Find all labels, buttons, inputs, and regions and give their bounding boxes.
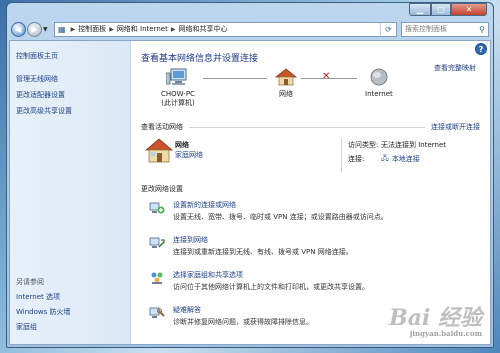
homegroup-options-link[interactable]: 选择家庭组和共享选项: [173, 270, 243, 280]
help-icon[interactable]: ?: [475, 43, 487, 55]
network-node[interactable]: 网络: [274, 68, 298, 99]
home-network-icon: [145, 138, 173, 163]
sidebar-home-link[interactable]: 控制面板主页: [16, 51, 130, 61]
ethernet-icon: 🖧: [381, 154, 389, 162]
divider: [189, 126, 425, 128]
see-also-internet-options[interactable]: Internet 选项: [16, 292, 70, 302]
connect-disconnect-link[interactable]: 连接或断开连接: [431, 122, 480, 132]
troubleshoot-link[interactable]: 疑难解答: [173, 305, 201, 315]
local-connection-link[interactable]: 本地连接: [392, 154, 420, 165]
active-networks-title: 查看活动网络: [141, 123, 183, 131]
computer-node: CHOW-PC (此计算机): [161, 68, 195, 108]
disconnected-x-icon: ✕: [322, 71, 331, 82]
divider: [341, 138, 342, 172]
computer-sub: (此计算机): [161, 98, 195, 107]
see-also-links: Internet 选项 Windows 防火墙 家庭组: [16, 292, 70, 337]
change-settings-title: 更改网络设置: [141, 185, 183, 193]
chevron-right-icon: ▶: [70, 25, 76, 33]
search-placeholder: 搜索控制面板: [405, 25, 447, 33]
globe-icon: [370, 68, 388, 86]
maximize-button[interactable]: □: [431, 3, 451, 16]
network-sharing-center-window: ▁ □ ✕ ◀ ▶ ▼ ▦ ▶ 控制面板 ▶ 网络和 Internet ▶ 网络…: [6, 2, 494, 348]
homegroup-options-desc: 访问位于其他网络计算机上的文件和打印机，或更改共享设置。: [173, 283, 369, 291]
sidebar: 控制面板主页 管理无线网络 更改适配器设置 更改高级共享设置 另请参阅 Inte…: [10, 41, 131, 344]
breadcrumb-network-sharing-center[interactable]: 网络和共享中心: [178, 24, 227, 34]
network-house-icon: [274, 68, 298, 86]
breadcrumb-network-internet[interactable]: 网络和 Internet: [117, 24, 168, 34]
connect-network-link[interactable]: 连接到网络: [173, 235, 208, 245]
network-type-link[interactable]: 家庭网络: [175, 150, 203, 160]
back-button[interactable]: ◀: [11, 21, 26, 37]
search-input[interactable]: 搜索控制面板 ⚲: [401, 21, 489, 37]
active-network-panel: 网络 家庭网络 访问类型: 无法连接到 Internet 连接: 🖧 本地连接: [141, 138, 480, 182]
content-area: 控制面板主页 管理无线网络 更改适配器设置 更改高级共享设置 另请参阅 Inte…: [9, 40, 491, 345]
baidu-watermark: Bai 经验 jingyan.baidu.com: [389, 300, 482, 338]
see-also-windows-firewall[interactable]: Windows 防火墙: [16, 307, 70, 317]
minimize-button[interactable]: ▁: [409, 3, 431, 16]
breadcrumb-control-panel[interactable]: 控制面板: [78, 24, 106, 34]
sidebar-item-manage-wireless[interactable]: 管理无线网络: [16, 74, 130, 84]
setup-connection-desc: 设置无线、宽带、拨号、临时或 VPN 连接；或设置路由器或访问点。: [173, 213, 388, 221]
page-title: 查看基本网络信息并设置连接: [141, 54, 259, 64]
control-panel-icon: ▦: [58, 24, 66, 34]
window-controls: ▁ □ ✕: [409, 3, 487, 16]
address-bar[interactable]: ▦ ▶ 控制面板 ▶ 网络和 Internet ▶ 网络和共享中心 ⟳: [54, 21, 397, 37]
recent-pages-dropdown[interactable]: ▼: [43, 26, 51, 33]
main-panel: ? 查看基本网络信息并设置连接 查看完整映射 CHOW-PC (此计算机) 网络…: [131, 41, 490, 344]
internet-node[interactable]: Internet: [365, 68, 393, 99]
active-network-name: 网络: [175, 141, 189, 149]
access-type-value: 无法连接到 Internet: [381, 141, 447, 149]
refresh-icon[interactable]: ⟳: [380, 22, 396, 36]
network-properties: 访问类型: 无法连接到 Internet 连接: 🖧 本地连接: [348, 140, 446, 169]
map-connection-line: [203, 78, 267, 79]
navigation-bar: ◀ ▶ ▼ ▦ ▶ 控制面板 ▶ 网络和 Internet ▶ 网络和共享中心 …: [11, 21, 489, 37]
connect-network-icon: [149, 237, 165, 248]
active-networks-header: 查看活动网络 连接或断开连接: [141, 122, 480, 132]
troubleshoot-desc: 诊断并修复网络问题，或获得故障排除信息。: [173, 318, 313, 326]
chevron-right-icon: ▶: [109, 25, 114, 33]
close-button[interactable]: ✕: [451, 3, 487, 16]
computer-icon: [165, 68, 187, 85]
chevron-right-icon: ▶: [170, 25, 176, 33]
sidebar-item-adapter-settings[interactable]: 更改适配器设置: [16, 90, 130, 100]
setup-connection-link[interactable]: 设置新的连接或网络: [173, 200, 236, 210]
access-type-label: 访问类型:: [348, 141, 379, 149]
network-map: CHOW-PC (此计算机) 网络 ✕ Internet: [141, 68, 461, 116]
search-icon[interactable]: ⚲: [479, 25, 485, 34]
connections-label: 连接:: [348, 155, 365, 163]
network-setup-icon: [149, 202, 165, 214]
troubleshoot-icon: [149, 307, 165, 318]
forward-button[interactable]: ▶: [27, 21, 42, 37]
see-also-homegroup[interactable]: 家庭组: [16, 322, 70, 332]
connect-network-desc: 连接到或重新连接到无线、有线、拨号或 VPN 网络连接。: [173, 248, 353, 256]
see-also-title: 另请参阅: [16, 278, 44, 286]
network-node-label: 网络: [279, 90, 293, 98]
task-connect-network: 连接到网络 连接到或重新连接到无线、有线、拨号或 VPN 网络连接。: [141, 235, 480, 270]
computer-name: CHOW-PC: [161, 90, 195, 98]
internet-node-label: Internet: [365, 90, 393, 98]
homegroup-icon: [151, 272, 163, 284]
task-setup-connection: 设置新的连接或网络 设置无线、宽带、拨号、临时或 VPN 连接；或设置路由器或访…: [141, 200, 480, 235]
sidebar-item-advanced-sharing[interactable]: 更改高级共享设置: [16, 106, 130, 116]
watermark-text: Bai 经验: [389, 305, 482, 331]
